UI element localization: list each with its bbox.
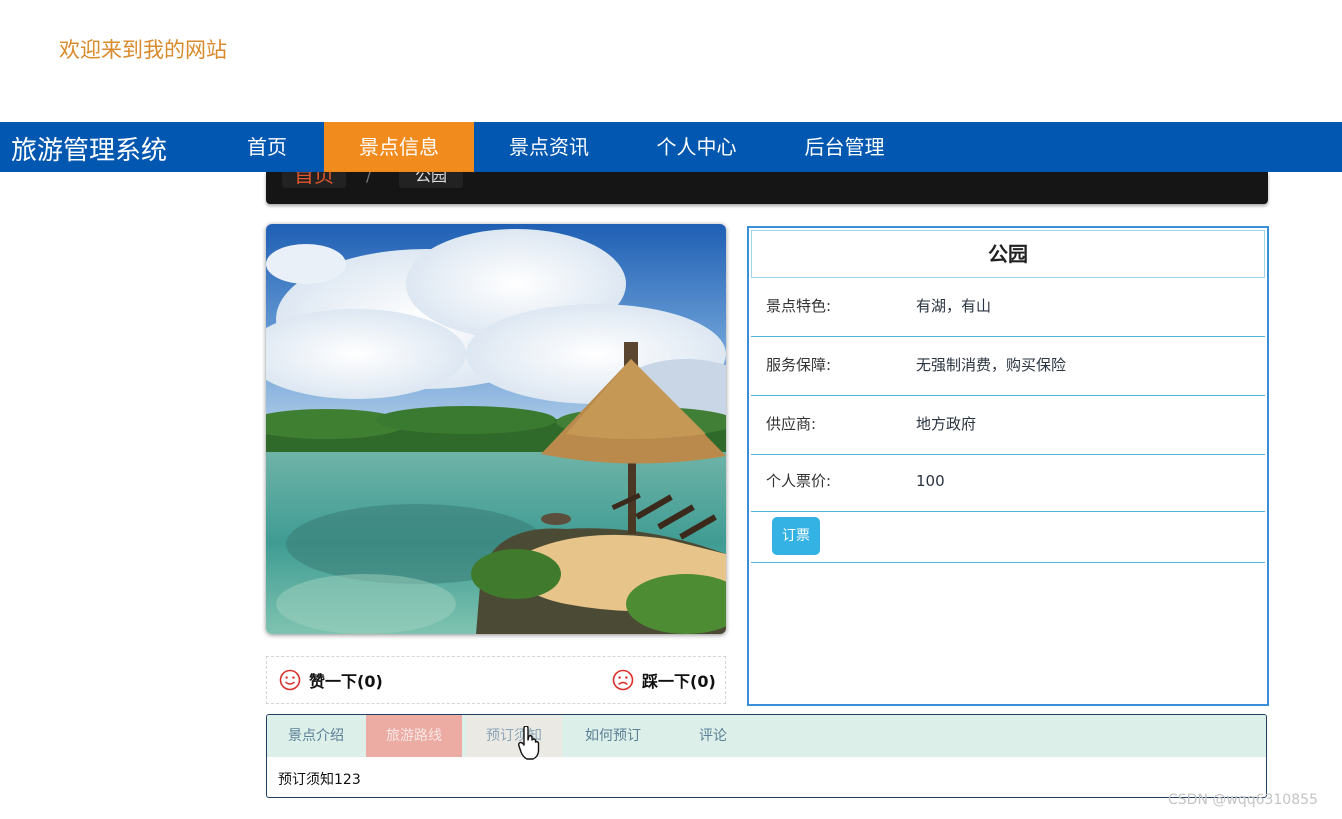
- dislike-label: 踩一下(0): [642, 672, 716, 691]
- attraction-photo: [266, 224, 726, 634]
- info-row-feature: 景点特色: 有湖，有山: [751, 278, 1265, 337]
- info-value: 100: [916, 472, 945, 490]
- breadcrumb-separator: /: [366, 172, 372, 185]
- nav-item-home[interactable]: 首页: [215, 122, 319, 172]
- breadcrumb-current: 公园: [399, 172, 464, 188]
- info-label: 供应商:: [766, 415, 817, 433]
- nav-item-profile[interactable]: 个人中心: [624, 122, 769, 172]
- hand-cursor-icon: [518, 726, 540, 760]
- welcome-text: 欢迎来到我的网站: [59, 38, 227, 62]
- site-brand[interactable]: 旅游管理系统: [11, 130, 167, 167]
- nav-item-attractions[interactable]: 景点信息: [324, 122, 474, 172]
- like-label: 赞一下(0): [309, 672, 383, 691]
- tab-strip: 景点介绍 旅游路线 预订须知 如何预订 评论: [267, 715, 1266, 757]
- info-value: 有湖，有山: [916, 297, 992, 315]
- info-row-service: 服务保障: 无强制消费，购买保险: [751, 337, 1265, 396]
- info-label: 服务保障:: [766, 356, 832, 374]
- frown-icon: [612, 669, 634, 691]
- book-ticket-button[interactable]: 订票: [772, 517, 820, 555]
- info-value: 无强制消费，购买保险: [916, 356, 1067, 374]
- breadcrumb-home-link[interactable]: 首页: [282, 172, 346, 188]
- tab-routes[interactable]: 旅游路线: [366, 715, 462, 757]
- like-button[interactable]: 赞一下(0): [279, 668, 383, 692]
- info-row-supplier: 供应商: 地方政府: [751, 396, 1265, 455]
- tab-how-to-book[interactable]: 如何预订: [565, 715, 661, 757]
- main-navbar: 旅游管理系统 首页 景点信息 景点资讯 个人中心 后台管理: [0, 122, 1342, 172]
- info-label: 景点特色:: [766, 297, 832, 315]
- nav-item-news[interactable]: 景点资讯: [474, 122, 624, 172]
- info-value: 地方政府: [916, 415, 977, 433]
- smile-icon: [279, 669, 301, 691]
- nav-item-admin[interactable]: 后台管理: [772, 122, 917, 172]
- breadcrumb: 首页 / 公园: [266, 172, 1268, 204]
- watermark: CSDN @wqq6310855: [1168, 792, 1318, 808]
- dislike-button[interactable]: 踩一下(0): [612, 668, 716, 692]
- info-label: 个人票价:: [766, 472, 832, 490]
- tab-content: 预订须知123: [278, 772, 361, 788]
- booking-row: 订票: [751, 510, 1265, 563]
- vote-box: 赞一下(0) 踩一下(0): [266, 656, 726, 704]
- attraction-info-panel: 公园 景点特色: 有湖，有山 服务保障: 无强制消费，购买保险 供应商: 地方政…: [747, 226, 1269, 706]
- attraction-name: 公园: [751, 230, 1265, 278]
- tab-comments[interactable]: 评论: [665, 715, 761, 757]
- tab-booking-notes[interactable]: 预订须知: [466, 715, 562, 757]
- info-row-price: 个人票价: 100: [751, 453, 1265, 512]
- tab-introduction[interactable]: 景点介绍: [267, 715, 365, 757]
- detail-tabs: 景点介绍 旅游路线 预订须知 如何预订 评论 预订须知123: [266, 714, 1267, 798]
